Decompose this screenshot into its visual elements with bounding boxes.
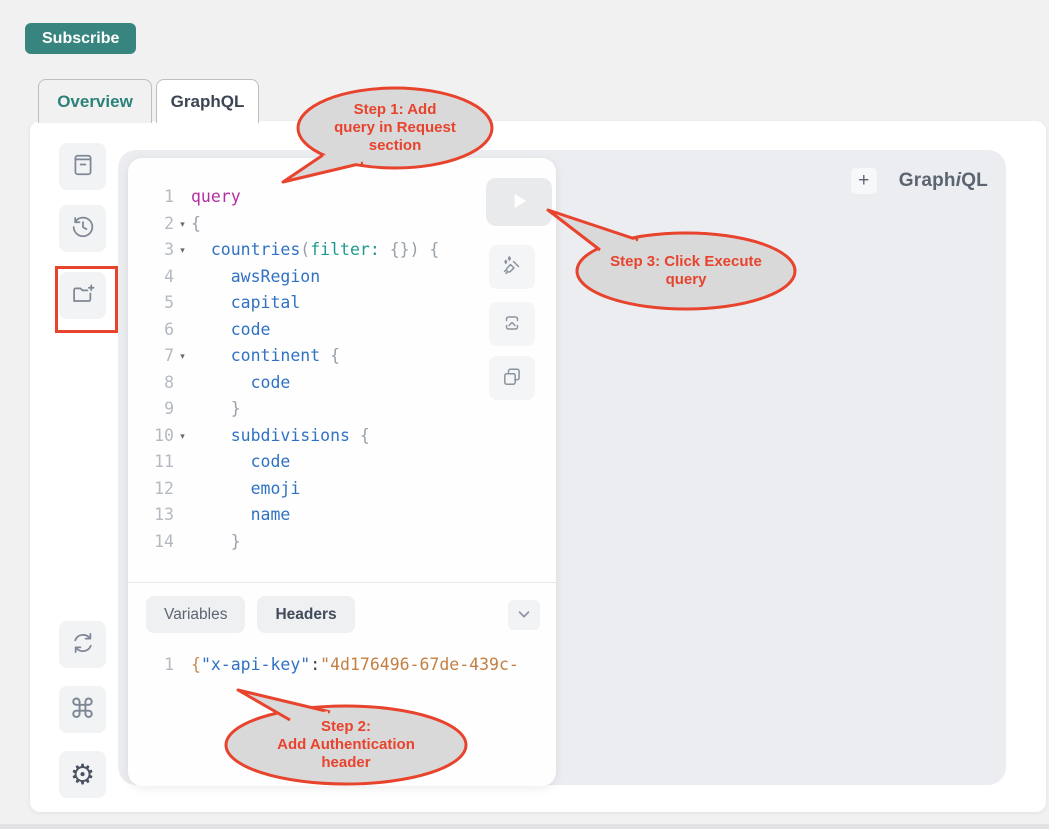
graphiql-logo: GraphiQL (899, 170, 988, 192)
subscribe-button[interactable]: Subscribe (25, 23, 136, 54)
shortcuts-button[interactable]: ⌘ (59, 686, 106, 733)
code-line: 1query (142, 184, 478, 211)
code-line: 6 code (142, 317, 478, 344)
code-line: 3▾ countries(filter: {}) { (142, 237, 478, 264)
code-line: 11 code (142, 449, 478, 476)
editor-divider (128, 582, 556, 583)
merge-icon (500, 311, 524, 338)
code-line: 2▾{ (142, 211, 478, 238)
execute-button[interactable] (486, 178, 552, 226)
history-button[interactable] (59, 205, 106, 252)
refresh-icon (70, 630, 96, 659)
docs-icon (70, 152, 96, 181)
variables-tab[interactable]: Variables (146, 596, 245, 633)
tab-overview-label: Overview (57, 92, 133, 112)
code-line: 4 awsRegion (142, 264, 478, 291)
query-editor[interactable]: 1query2▾{3▾ countries(filter: {}) {4 aws… (142, 184, 478, 555)
copy-button[interactable] (489, 356, 535, 400)
gear-icon: ⚙ (70, 761, 95, 789)
add-tab-button[interactable]: + (851, 168, 877, 194)
collapse-editor-button[interactable] (508, 600, 540, 630)
headers-editor[interactable]: 1{"x-api-key":"4d176496-67de-439c- (142, 652, 550, 679)
chevron-down-icon (515, 605, 533, 626)
prettify-button[interactable] (489, 245, 535, 289)
code-line: 13 name (142, 502, 478, 529)
tab-graphql[interactable]: GraphQL (156, 79, 259, 123)
red-highlight-box (55, 266, 118, 333)
code-line: 14 } (142, 529, 478, 556)
merge-fragments-button[interactable] (489, 302, 535, 346)
bottom-strip (0, 824, 1049, 829)
code-line: 5 capital (142, 290, 478, 317)
editor-card: 1query2▾{3▾ countries(filter: {}) {4 aws… (128, 158, 556, 786)
docs-button[interactable] (59, 143, 106, 190)
code-line: 9 } (142, 396, 478, 423)
prettify-icon (500, 254, 524, 281)
settings-button[interactable]: ⚙ (59, 751, 106, 798)
tab-overview[interactable]: Overview (38, 79, 152, 123)
code-line: 8 code (142, 370, 478, 397)
play-icon (506, 188, 532, 217)
refetch-schema-button[interactable] (59, 621, 106, 668)
tab-graphql-label: GraphQL (171, 92, 245, 112)
secondary-editor-tabs: Variables Headers (146, 596, 355, 633)
session-header: + GraphiQL (851, 168, 988, 194)
code-line: 7▾ continent { (142, 343, 478, 370)
headers-tab[interactable]: Headers (257, 596, 354, 633)
history-icon (70, 214, 96, 243)
code-line: 12 emoji (142, 476, 478, 503)
graphiql-session: + GraphiQL 1query2▾{3▾ countries(filter:… (118, 150, 1006, 785)
copy-icon (500, 365, 524, 392)
page: Subscribe Overview GraphQL (0, 0, 1049, 829)
command-icon: ⌘ (69, 696, 96, 723)
code-line: 1{"x-api-key":"4d176496-67de-439c- (142, 652, 550, 679)
code-line: 10▾ subdivisions { (142, 423, 478, 450)
